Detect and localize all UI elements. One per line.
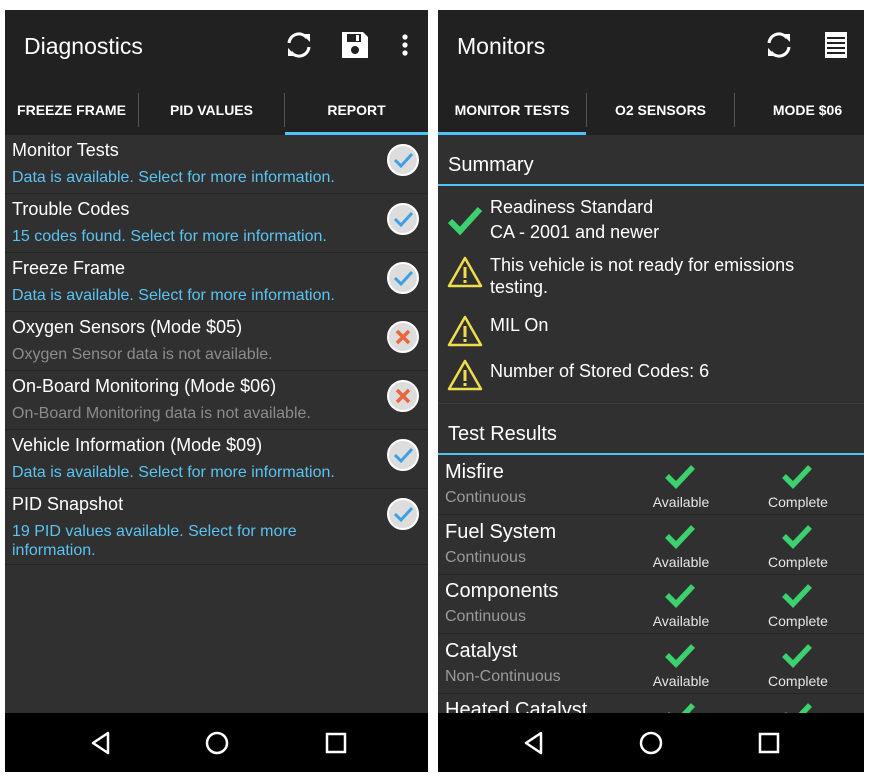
item-title: Vehicle Information (Mode $09)	[12, 435, 263, 455]
completion-label: Complete	[768, 494, 828, 510]
tab-pid-values[interactable]: PID VALUES	[139, 85, 284, 135]
report-item-vehicle-information[interactable]: Vehicle Information (Mode $09) Data is a…	[5, 430, 428, 489]
home-icon[interactable]	[638, 730, 664, 756]
completion-label: Complete	[768, 673, 828, 689]
availability-label: Available	[652, 554, 710, 570]
section-divider	[438, 403, 864, 404]
check-circle-icon	[387, 498, 419, 530]
warning-icon	[447, 315, 483, 347]
check-icon	[665, 644, 695, 668]
tab-bar: FREEZE FRAME PID VALUES REPORT	[5, 85, 428, 135]
test-row-misfire[interactable]: Misfire Continuous Available Complete	[438, 455, 864, 515]
summary-header: Summary	[438, 146, 864, 186]
test-row-components[interactable]: Components Continuous Available Complete	[438, 574, 864, 634]
tab-monitor-tests[interactable]: MONITOR TESTS	[438, 85, 586, 135]
app-bar: Monitors	[438, 10, 864, 85]
item-subtitle: Data is available. Select for more infor…	[12, 169, 335, 186]
check-circle-icon	[387, 203, 419, 235]
test-name: Catalyst	[445, 640, 518, 662]
item-subtitle: Data is available. Select for more infor…	[12, 464, 335, 481]
check-icon	[665, 465, 695, 489]
test-row-fuel-system[interactable]: Fuel System Continuous Available Complet…	[438, 515, 864, 575]
summary-line: MIL On	[490, 315, 549, 335]
error-circle-icon	[387, 380, 419, 412]
item-subtitle: 15 codes found. Select for more informat…	[12, 228, 327, 245]
item-subtitle: Oxygen Sensor data is not available.	[12, 346, 273, 363]
page-title: Monitors	[457, 33, 546, 59]
test-name: Fuel System	[445, 521, 557, 543]
item-subtitle: 19 PID values available. Select for more…	[12, 523, 297, 559]
recents-icon[interactable]	[323, 730, 349, 756]
diagnostics-screen: Diagnostics FREEZE FRAME PID VALUES REPO…	[5, 10, 428, 772]
item-title: Monitor Tests	[12, 140, 119, 160]
item-title: Freeze Frame	[12, 258, 126, 278]
summary-line: This vehicle is not ready for emissions	[490, 255, 795, 275]
summary-line: CA - 2001 and newer	[490, 222, 660, 242]
check-icon	[782, 465, 812, 489]
test-results-header: Test Results	[438, 415, 864, 455]
completion-label: Complete	[768, 613, 828, 629]
section-title: Summary	[448, 154, 534, 176]
tab-report[interactable]: REPORT	[285, 85, 428, 135]
test-name: Components	[445, 580, 559, 602]
summary-line: testing.	[490, 277, 549, 297]
item-title: PID Snapshot	[12, 494, 124, 514]
summary-line: Readiness Standard	[490, 197, 654, 217]
recents-icon[interactable]	[756, 730, 782, 756]
completion-label: Complete	[768, 554, 828, 570]
monitors-screen: Monitors MONITOR TESTS O2 SENSORS MODE $…	[438, 10, 864, 772]
check-circle-icon	[387, 439, 419, 471]
test-type: Non-Continuous	[445, 668, 561, 685]
report-item-oxygen-sensors[interactable]: Oxygen Sensors (Mode $05) Oxygen Sensor …	[5, 312, 428, 371]
tab-indicator	[438, 132, 586, 135]
check-icon	[665, 584, 695, 608]
check-icon	[782, 584, 812, 608]
report-item-pid-snapshot[interactable]: PID Snapshot 19 PID values available. Se…	[5, 489, 428, 565]
availability-label: Available	[652, 673, 710, 689]
check-icon	[782, 644, 812, 668]
overflow-menu-icon[interactable]	[387, 27, 423, 63]
item-title: Oxygen Sensors (Mode $05)	[12, 317, 243, 337]
home-icon[interactable]	[204, 730, 230, 756]
warning-icon	[447, 359, 483, 391]
item-title: Trouble Codes	[12, 199, 130, 219]
item-subtitle: Data is available. Select for more infor…	[12, 287, 335, 304]
report-item-monitor-tests[interactable]: Monitor Tests Data is available. Select …	[5, 135, 428, 194]
test-type: Continuous	[445, 608, 526, 625]
check-circle-icon	[387, 144, 419, 176]
refresh-icon[interactable]	[281, 27, 317, 63]
tab-o2-sensors[interactable]: O2 SENSORS	[587, 85, 734, 135]
save-icon[interactable]	[337, 27, 373, 63]
item-subtitle: On-Board Monitoring data is not availabl…	[12, 405, 311, 422]
availability-label: Available	[652, 494, 710, 510]
item-title: On-Board Monitoring (Mode $06)	[12, 376, 277, 396]
app-bar: Diagnostics	[5, 10, 428, 85]
report-item-freeze-frame[interactable]: Freeze Frame Data is available. Select f…	[5, 253, 428, 312]
back-icon[interactable]	[88, 730, 114, 756]
check-icon	[447, 206, 483, 236]
summary-line: Number of Stored Codes: 6	[490, 361, 710, 381]
page-title: Diagnostics	[24, 33, 143, 59]
warning-icon	[447, 256, 483, 288]
back-icon[interactable]	[521, 730, 547, 756]
navigation-bar	[438, 713, 864, 772]
list-icon[interactable]	[818, 27, 854, 63]
check-circle-icon	[387, 262, 419, 294]
navigation-bar	[5, 713, 428, 772]
section-title: Test Results	[448, 423, 557, 445]
refresh-icon[interactable]	[761, 27, 797, 63]
test-type: Continuous	[445, 549, 526, 566]
tab-bar: MONITOR TESTS O2 SENSORS MODE $06	[438, 85, 864, 135]
check-icon	[665, 525, 695, 549]
tab-freeze-frame[interactable]: FREEZE FRAME	[5, 85, 138, 135]
tab-mode-06[interactable]: MODE $06	[735, 85, 864, 135]
test-name: Misfire	[445, 461, 504, 483]
report-item-trouble-codes[interactable]: Trouble Codes 15 codes found. Select for…	[5, 194, 428, 253]
error-circle-icon	[387, 321, 419, 353]
check-icon	[782, 525, 812, 549]
report-item-onboard-monitoring[interactable]: On-Board Monitoring (Mode $06) On-Board …	[5, 371, 428, 430]
availability-label: Available	[652, 613, 710, 629]
test-type: Continuous	[445, 489, 526, 506]
test-row-catalyst[interactable]: Catalyst Non-Continuous Available Comple…	[438, 634, 864, 694]
